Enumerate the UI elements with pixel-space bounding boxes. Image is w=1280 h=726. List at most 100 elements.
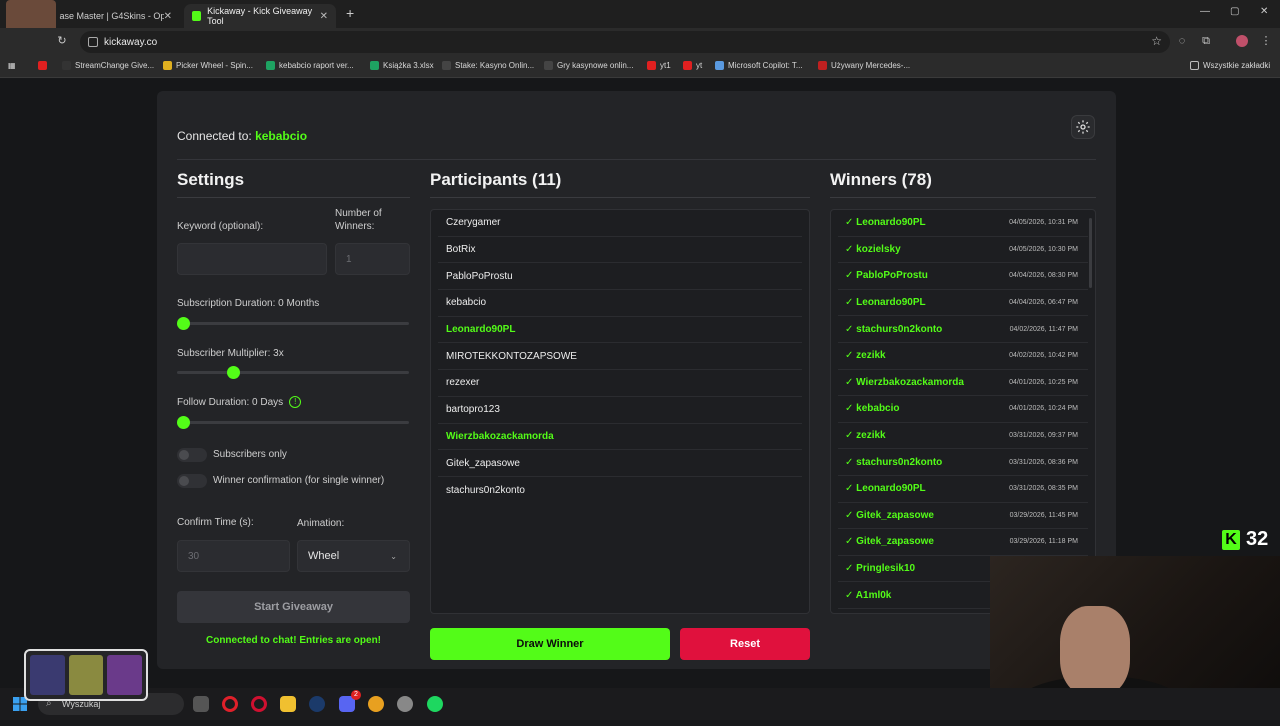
browser-menu-icon[interactable]: ⋮ [1260,35,1272,47]
all-bookmarks-folder[interactable]: Wszystkie zakładki [1190,61,1270,70]
taskbar-preview-thumbnails[interactable] [24,649,148,701]
winner-name: ✓ Leonardo90PL [845,483,926,495]
winner-date: 04/05/2026, 10:31 PM [1009,219,1078,227]
winner-name: ✓ Gitek_zapasowe [845,536,934,548]
new-tab-icon[interactable]: + [346,5,354,21]
app-icon[interactable] [397,696,413,712]
maximize-icon[interactable]: ▢ [1230,6,1239,17]
animation-select[interactable]: Wheel ⌄ [297,540,410,572]
winner-date: 04/01/2026, 10:24 PM [1009,405,1078,413]
sub-duration-slider[interactable] [177,317,409,330]
opera-gx-icon[interactable] [251,696,267,712]
browser-tab-kickaway[interactable]: Kickaway - Kick Giveaway Tool ✕ [184,4,336,28]
task-view-icon[interactable] [193,696,209,712]
animation-label: Animation: [297,518,345,529]
winner-row: ✓ stachurs0n2konto 03/31/2026, 08:36 PM [838,449,1088,476]
winner-row: ✓ zezikk 03/31/2026, 09:37 PM [838,423,1088,450]
bookmark-item[interactable]: Gry kasynowe onlin... [544,61,633,70]
sub-multiplier-slider[interactable] [177,366,409,379]
winner-row: ✓ kebabcio 04/01/2026, 10:24 PM [838,396,1088,423]
close-tab-icon[interactable]: ✕ [320,11,328,22]
winner-name: ✓ Leonardo90PL [845,217,926,229]
address-bar[interactable]: kickaway.co ☆ [80,31,1170,53]
winner-date: 04/02/2026, 10:42 PM [1009,352,1078,360]
winner-row: ✓ Leonardo90PL 03/31/2026, 08:35 PM [838,476,1088,503]
bookmark-item[interactable]: kebabcio raport ver... [266,61,354,70]
chrome-icon[interactable] [368,696,384,712]
winner-date: 03/31/2026, 08:35 PM [1009,485,1078,493]
bookmark-favicon-icon [442,61,451,70]
site-info-icon[interactable] [88,37,98,47]
extension-icon[interactable]: ◌ [1176,35,1188,47]
participants-title: Participants (11) [430,170,562,189]
toggle-knob [179,450,189,460]
subscribers-only-toggle[interactable] [177,448,207,462]
winner-date: 03/29/2026, 11:18 PM [1009,538,1078,546]
bookmark-item[interactable]: yt [683,61,702,70]
bookmark-favicon-icon [715,61,724,70]
participant-row: rezexer [438,370,802,397]
preview-thumbnail[interactable] [68,655,104,695]
extensions-puzzle-icon[interactable]: ⧉ [1200,35,1212,47]
bookmarks-bar: ▦ StreamChange Give... Picker Wheel - Sp… [0,56,1280,78]
winner-date: 04/01/2026, 10:25 PM [1009,378,1078,386]
bookmark-item[interactable]: yt1 [647,61,671,70]
slider-handle[interactable] [177,416,190,429]
tab-label: Kickaway - Kick Giveaway Tool [207,6,313,26]
keyword-input[interactable] [177,243,327,275]
preview-thumbnail[interactable] [107,655,143,695]
apps-grid-icon[interactable]: ▦ [8,61,16,70]
participant-row: Leonardo90PL [438,317,802,344]
winners-scrollbar[interactable] [1089,218,1092,288]
bookmark-item[interactable]: Microsoft Copilot: T... [715,61,803,70]
winners-count-input[interactable]: 1 [335,243,410,275]
bookmark-item[interactable]: Picker Wheel - Spin... [163,61,253,70]
close-window-icon[interactable]: ✕ [1260,6,1268,17]
winner-date: 04/04/2026, 06:47 PM [1009,299,1078,307]
bookmark-item[interactable]: Używany Mercedes-... [818,61,910,70]
connected-username: kebabcio [255,129,308,143]
preview-thumbnail[interactable] [30,655,65,695]
winner-name: ✓ A1ml0k [845,589,892,601]
winner-name: ✓ zezikk [845,350,886,362]
kick-favicon-icon [192,11,202,21]
youtube-bookmark-icon[interactable] [38,61,51,70]
participant-row: MIROTEKKONTOZAPSOWE [438,343,802,371]
discord-icon[interactable]: 2 [339,690,361,712]
profile-avatar-icon[interactable] [1236,35,1248,47]
bookmark-favicon-icon [647,61,656,70]
confirm-time-input[interactable]: 30 [177,540,290,572]
opera-icon[interactable] [222,696,238,712]
settings-gear-icon[interactable] [1071,115,1095,139]
sub-multiplier-label: Subscriber Multiplier: 3x [177,348,284,359]
close-tab-icon[interactable]: ✕ [164,11,172,22]
bookmark-item[interactable]: Książka 3.xlsx [370,61,434,70]
windows-taskbar: ⌕ Wyszukaj 2 [0,688,1280,720]
keyword-label: Keyword (optional): [177,221,264,232]
slider-handle[interactable] [227,366,240,379]
bookmark-favicon-icon [370,61,379,70]
reset-button[interactable]: Reset [680,628,810,660]
minimize-icon[interactable]: — [1200,6,1210,17]
follow-duration-slider[interactable] [177,416,409,429]
winner-name: ✓ kozielsky [845,243,901,255]
winner-name: ✓ kebabcio [845,403,900,415]
winner-row: ✓ zezikk 04/02/2026, 10:42 PM [838,343,1088,370]
browser-tab-g4skins[interactable]: ase Master | G4Skins - Open C ✕ [36,4,180,28]
draw-winner-button[interactable]: Draw Winner [430,628,670,660]
spotify-icon[interactable] [427,696,443,712]
reload-icon[interactable]: ↻ [56,35,68,47]
file-explorer-icon[interactable] [280,696,296,712]
info-icon[interactable]: ! [289,396,302,408]
address-toolbar: ↻ kickaway.co ☆ ◌ ⧉ ⋮ [0,28,1280,56]
bookmark-star-icon[interactable]: ☆ [1151,34,1162,48]
steam-icon[interactable] [309,696,325,712]
start-giveaway-button[interactable]: Start Giveaway [177,591,410,623]
bookmark-item[interactable]: StreamChange Give... [62,61,154,70]
chat-status-text: Connected to chat! Entries are open! [205,635,382,646]
slider-handle[interactable] [177,317,190,330]
winner-confirmation-toggle[interactable] [177,474,207,488]
bookmark-item[interactable]: Stake: Kasyno Onlin... [442,61,534,70]
winner-date: 04/02/2026, 11:47 PM [1009,325,1078,333]
winner-row: ✓ Wierzbakozackamorda 04/01/2026, 10:25 P… [838,370,1088,397]
